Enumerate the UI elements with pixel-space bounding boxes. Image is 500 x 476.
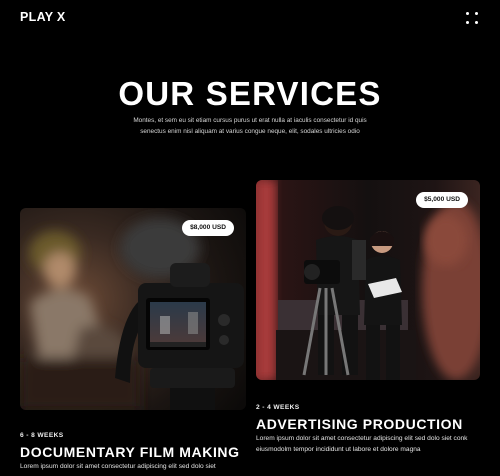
- film-crew-photo: [256, 180, 480, 380]
- service-duration: 6 - 8 WEEKS: [20, 432, 64, 439]
- service-card-image-documentary[interactable]: $8,000 USD: [20, 208, 246, 410]
- camera-interview-photo: [20, 208, 246, 410]
- price-badge: $5,000 USD: [416, 192, 468, 208]
- service-title[interactable]: DOCUMENTARY FILM MAKING: [20, 444, 240, 460]
- hero-description: Montes, et sem eu sit etiam cursus purus…: [133, 117, 367, 135]
- price-badge: $8,000 USD: [182, 220, 234, 236]
- service-description: Lorem ipsum dolor sit amet consectetur a…: [256, 435, 468, 453]
- service-description: Lorem ipsum dolor sit amet consectetur a…: [20, 463, 216, 470]
- page-title: OUR SERVICES: [118, 75, 382, 112]
- grid-dots-icon[interactable]: [466, 12, 478, 24]
- site-header: PLAY X: [0, 0, 500, 36]
- service-duration: 2 - 4 WEEKS: [256, 404, 300, 411]
- service-card-image-advertising[interactable]: $5,000 USD: [256, 180, 480, 380]
- service-title[interactable]: ADVERTISING PRODUCTION: [256, 416, 463, 432]
- brand-logo[interactable]: PLAY X: [20, 10, 66, 24]
